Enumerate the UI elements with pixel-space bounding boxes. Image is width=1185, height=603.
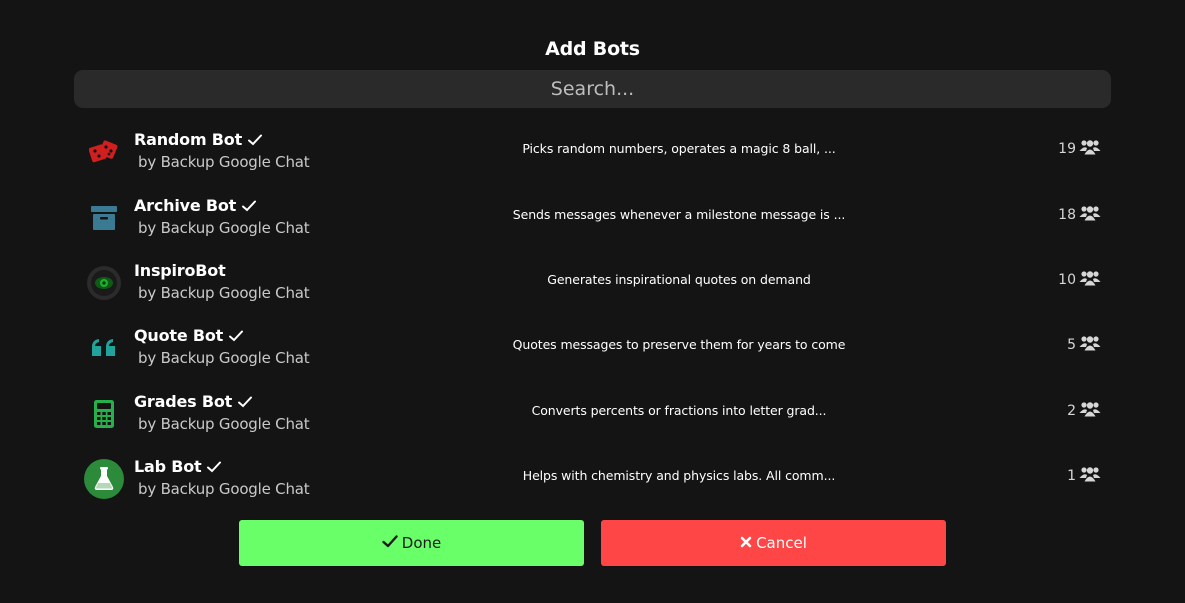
flask-icon xyxy=(84,459,124,499)
bot-author: by Backup Google Chat xyxy=(138,480,310,498)
users-icon xyxy=(1079,466,1101,486)
bot-row-quote-bot[interactable]: Quote Bot by Backup Google Chat Quotes m… xyxy=(74,324,1111,380)
bot-row-lab-bot[interactable]: Lab Bot by Backup Google Chat Helps with… xyxy=(74,455,1111,511)
bot-author: by Backup Google Chat xyxy=(138,153,310,171)
dice-icon xyxy=(84,132,124,172)
add-bots-dialog: Add Bots Random Bot by Backup Google Cha… xyxy=(0,0,1185,603)
bot-member-count: 19 xyxy=(1058,139,1101,159)
bot-name: Random Bot xyxy=(134,130,263,150)
bot-row-inspirobot[interactable]: InspiroBot by Backup Google Chat Generat… xyxy=(74,259,1111,315)
verified-check-icon xyxy=(238,393,253,412)
check-icon xyxy=(382,534,398,552)
done-button-label: Done xyxy=(401,534,442,552)
bot-member-count: 5 xyxy=(1067,335,1101,355)
users-icon xyxy=(1079,205,1101,225)
bot-member-count: 18 xyxy=(1058,205,1101,225)
bot-author: by Backup Google Chat xyxy=(138,415,310,433)
bot-name: Quote Bot xyxy=(134,326,244,346)
verified-check-icon xyxy=(248,131,263,150)
bot-description: Converts percents or fractions into lett… xyxy=(531,403,827,418)
users-icon xyxy=(1079,335,1101,355)
bot-author: by Backup Google Chat xyxy=(138,349,310,367)
bot-row-random-bot[interactable]: Random Bot by Backup Google Chat Picks r… xyxy=(74,128,1111,184)
bot-member-count: 1 xyxy=(1067,466,1101,486)
users-icon xyxy=(1079,401,1101,421)
verified-check-icon xyxy=(207,458,222,477)
bot-row-grades-bot[interactable]: Grades Bot by Backup Google Chat Convert… xyxy=(74,390,1111,446)
bot-description: Sends messages whenever a milestone mess… xyxy=(512,207,846,222)
inspirobot-eye-icon xyxy=(84,263,124,303)
bot-description: Helps with chemistry and physics labs. A… xyxy=(522,468,836,483)
users-icon xyxy=(1079,270,1101,290)
bot-description: Picks random numbers, operates a magic 8… xyxy=(522,141,836,156)
archive-box-icon xyxy=(84,198,124,238)
cancel-button-label: Cancel xyxy=(756,534,807,552)
done-button[interactable]: Done xyxy=(239,520,584,566)
bot-name: Lab Bot xyxy=(134,457,222,477)
verified-check-icon xyxy=(229,327,244,346)
users-icon xyxy=(1079,139,1101,159)
calculator-icon xyxy=(84,394,124,434)
bot-member-count: 10 xyxy=(1058,270,1101,290)
bot-name: Archive Bot xyxy=(134,196,257,216)
bot-row-archive-bot[interactable]: Archive Bot by Backup Google Chat Sends … xyxy=(74,194,1111,250)
search-input[interactable] xyxy=(74,70,1111,108)
bot-description: Generates inspirational quotes on demand xyxy=(547,272,811,287)
cancel-button[interactable]: Cancel xyxy=(601,520,946,566)
bot-member-count: 2 xyxy=(1067,401,1101,421)
bot-author: by Backup Google Chat xyxy=(138,284,310,302)
bot-name: Grades Bot xyxy=(134,392,253,412)
quote-marks-icon xyxy=(84,328,124,368)
bot-name: InspiroBot xyxy=(134,261,226,280)
dialog-title: Add Bots xyxy=(545,38,640,60)
verified-check-icon xyxy=(242,197,257,216)
bot-author: by Backup Google Chat xyxy=(138,219,310,237)
bot-description: Quotes messages to preserve them for yea… xyxy=(512,337,846,352)
close-icon xyxy=(740,534,752,552)
